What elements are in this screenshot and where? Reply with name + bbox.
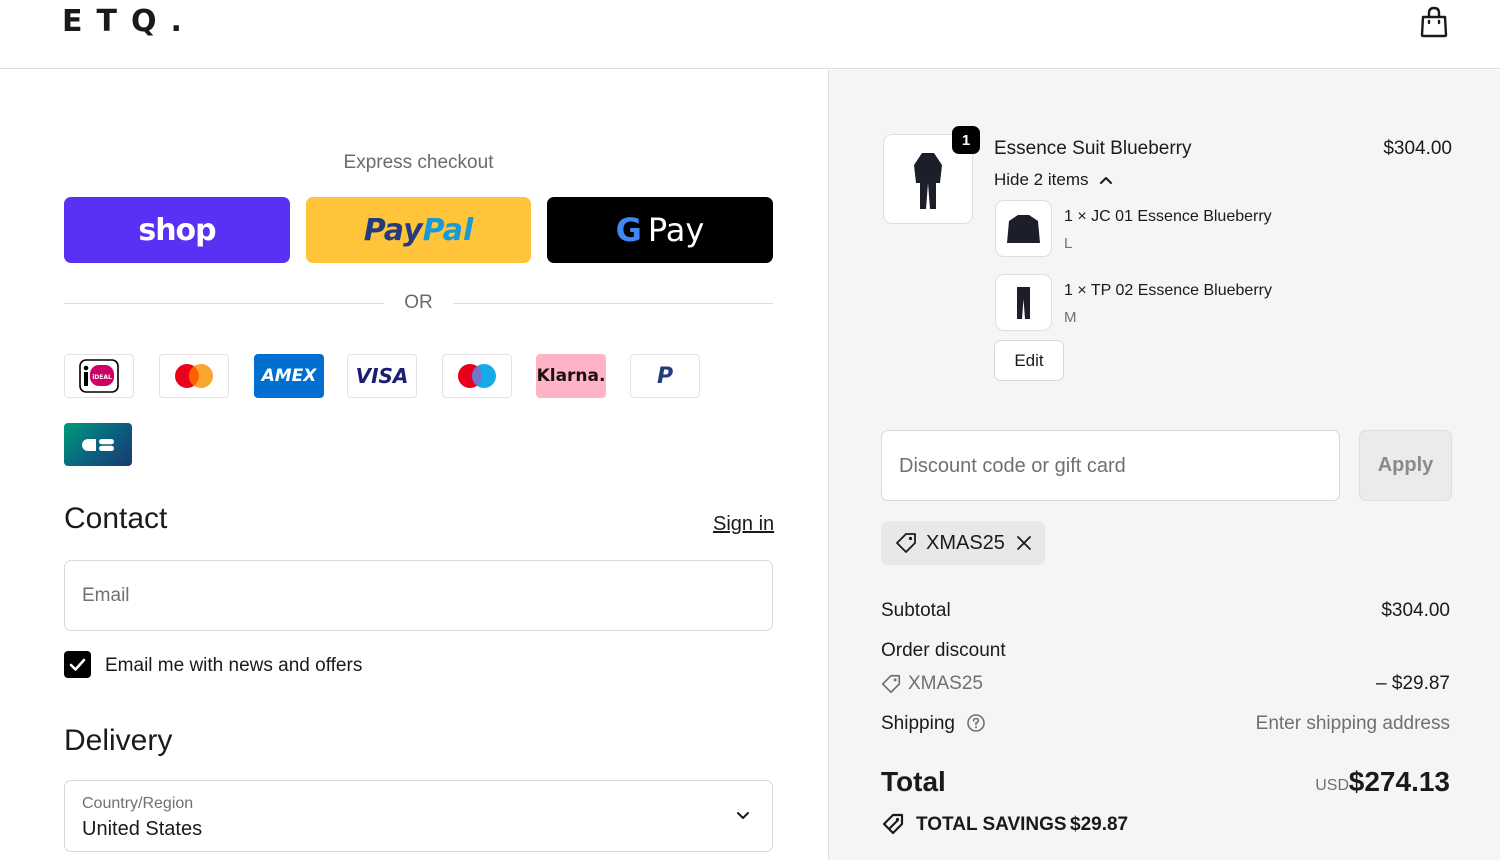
summary-discount-code: XMAS25 bbox=[908, 673, 983, 694]
delivery-title: Delivery bbox=[64, 724, 173, 757]
product-name: Essence Suit Blueberry bbox=[994, 138, 1192, 159]
country-label: Country/Region bbox=[82, 795, 194, 812]
sub-item-size: M bbox=[1064, 309, 1077, 326]
amex-icon: AMEX bbox=[254, 354, 324, 398]
shipping-value: Enter shipping address bbox=[1255, 713, 1450, 734]
checkmark-icon bbox=[69, 658, 86, 671]
mastercard-icon bbox=[159, 354, 229, 398]
hide-items-label: Hide 2 items bbox=[994, 170, 1089, 189]
email-field[interactable]: Email bbox=[64, 560, 773, 631]
applied-discount-code: XMAS25 bbox=[926, 532, 1005, 554]
klarna-text: Klarna. bbox=[536, 366, 606, 386]
total-savings-value: $29.87 bbox=[1070, 814, 1129, 835]
brand-logo[interactable]: ETQ. bbox=[62, 4, 196, 39]
newsletter-label: Email me with news and offers bbox=[105, 655, 363, 676]
product-price: $304.00 bbox=[1383, 138, 1452, 159]
sub-item-name: 1 × JC 01 Essence Blueberry bbox=[1064, 208, 1272, 225]
site-header: ETQ. bbox=[0, 0, 1500, 69]
shopping-bag-icon[interactable] bbox=[1419, 6, 1449, 38]
paypal-icon: P bbox=[630, 354, 700, 398]
tag-icon bbox=[881, 674, 901, 694]
ideal-text: iDEAL bbox=[92, 374, 112, 381]
ideal-icon: iDEAL bbox=[64, 354, 134, 398]
email-placeholder: Email bbox=[82, 585, 130, 606]
paypal-mark-text: P bbox=[656, 363, 674, 389]
total-label: Total bbox=[881, 766, 946, 797]
visa-icon: VISA bbox=[347, 354, 417, 398]
shop-pay-button[interactable]: shop bbox=[64, 197, 290, 263]
tag-icon bbox=[896, 533, 916, 553]
jacket-thumbnail bbox=[995, 200, 1052, 257]
chevron-up-icon bbox=[1100, 177, 1113, 184]
apply-discount-button[interactable]: Apply bbox=[1359, 430, 1452, 501]
cartes-bancaires-icon bbox=[64, 423, 132, 466]
google-pay-button[interactable]: G Pay bbox=[547, 197, 773, 263]
order-discount-label: Order discount bbox=[881, 640, 1006, 661]
paypal-label-pay: Pay bbox=[363, 212, 423, 248]
checkout-form-panel: Express checkout shop PayPal G Pay OR iD… bbox=[0, 70, 828, 860]
google-pay-label: Pay bbox=[647, 211, 705, 249]
sign-in-link[interactable]: Sign in bbox=[713, 513, 774, 536]
contact-title: Contact bbox=[64, 502, 168, 535]
express-checkout-title: Express checkout bbox=[343, 152, 494, 173]
country-value: United States bbox=[82, 818, 203, 840]
applied-discount-chip: XMAS25 bbox=[881, 521, 1045, 565]
shop-pay-label: shop bbox=[138, 212, 216, 248]
help-icon[interactable] bbox=[966, 713, 986, 733]
total-value: $274.13 bbox=[1348, 766, 1450, 797]
subtotal-value: $304.00 bbox=[1381, 600, 1450, 621]
google-g-icon: G bbox=[615, 211, 642, 249]
savings-tag-icon bbox=[882, 813, 904, 835]
amex-text: AMEX bbox=[261, 366, 317, 386]
visa-text: VISA bbox=[355, 364, 409, 388]
or-divider: OR bbox=[64, 292, 773, 316]
remove-discount-icon[interactable] bbox=[1015, 534, 1033, 552]
jacket-icon bbox=[1007, 215, 1040, 243]
subtotal-label: Subtotal bbox=[881, 600, 951, 621]
or-label: OR bbox=[404, 292, 433, 313]
discount-value: – $29.87 bbox=[1376, 673, 1450, 694]
discount-code-input[interactable]: Discount code or gift card bbox=[881, 430, 1340, 501]
chevron-down-icon bbox=[737, 812, 749, 819]
paypal-button[interactable]: PayPal bbox=[306, 197, 531, 263]
paypal-label-pal: Pal bbox=[422, 212, 474, 248]
edit-bundle-button[interactable]: Edit bbox=[994, 340, 1064, 381]
total-savings-label: TOTAL SAVINGS bbox=[916, 814, 1067, 835]
sub-item-name: 1 × TP 02 Essence Blueberry bbox=[1064, 282, 1272, 299]
country-select[interactable]: Country/Region United States bbox=[64, 780, 773, 852]
newsletter-checkbox[interactable] bbox=[64, 651, 91, 678]
hide-items-toggle[interactable]: Hide 2 items bbox=[994, 170, 1113, 190]
klarna-icon: Klarna. bbox=[536, 354, 606, 398]
total-currency: USD bbox=[1315, 777, 1349, 794]
trousers-thumbnail bbox=[995, 274, 1052, 331]
trousers-icon bbox=[1017, 287, 1030, 319]
discount-placeholder: Discount code or gift card bbox=[899, 455, 1126, 477]
sub-item-size: L bbox=[1064, 235, 1073, 252]
quantity-badge: 1 bbox=[952, 126, 980, 154]
maestro-icon bbox=[442, 354, 512, 398]
shipping-label: Shipping bbox=[881, 713, 955, 734]
